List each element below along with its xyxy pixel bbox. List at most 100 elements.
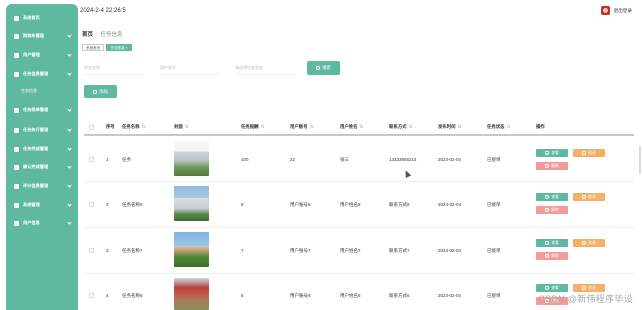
row-phone: 联系方式6 [389, 293, 410, 298]
select-all-checkbox[interactable] [89, 125, 94, 130]
header-datetime: 2024-2-4 22:26:5 [80, 8, 126, 14]
column-header-account[interactable]: 用户账号 ⇅ [290, 124, 313, 130]
breadcrumb-home[interactable]: 首页 [82, 32, 93, 38]
delete-button[interactable]: 删除 [536, 162, 568, 170]
row-checkbox[interactable] [89, 202, 94, 207]
view-button[interactable]: 查看 [536, 284, 568, 292]
column-header-index: 序号 [106, 124, 115, 129]
edit-label: 修改 [588, 285, 596, 290]
sidebar-item-system[interactable]: 系统管理 [6, 199, 78, 211]
row-account: 用户账号7 [290, 248, 311, 253]
edit-button[interactable]: 修改 [573, 284, 605, 292]
chevron-down-icon [67, 146, 72, 151]
home-icon [14, 15, 19, 21]
search-button[interactable]: 搜索 [307, 61, 340, 75]
sidebar-item-task-accept[interactable]: 任务接单管理 [6, 104, 78, 116]
column-header-phone[interactable]: 联系方式 ⇅ [389, 124, 412, 130]
column-header-name[interactable]: 任务名称 ⇅ [122, 124, 145, 130]
row-index: 4 [106, 293, 109, 298]
row-status: 已接单 [487, 202, 501, 207]
row-reward: 8 [241, 202, 244, 207]
cover-image[interactable] [174, 141, 209, 176]
app-root: 系统首页 购物车管理 用户管理 任务信息管理 任务信息 任务接单管理 任务执行管… [0, 0, 643, 310]
task-status-placeholder: 请选择任务状态 [235, 65, 263, 70]
task-name-input[interactable]: 任务名称 [84, 62, 144, 75]
sidebar-item-user-info[interactable]: 用户信息 [6, 217, 78, 229]
row-task-name: 任务名称6 [122, 293, 143, 298]
cover-image[interactable] [174, 278, 209, 310]
row-username: 张三 [340, 157, 349, 162]
tag-home[interactable]: 系统首页 [82, 44, 105, 51]
row-date: 2024-02-04 [438, 202, 462, 207]
sidebar-item-users[interactable]: 用户管理 [6, 49, 78, 61]
sidebar-item-task-exec[interactable]: 任务执行管理 [6, 124, 78, 136]
delete-label: 删除 [551, 253, 559, 258]
row-checkbox[interactable] [89, 248, 94, 253]
delete-icon [545, 208, 550, 212]
view-icon [545, 286, 550, 290]
column-header-username[interactable]: 用户姓名 ⇅ [340, 124, 363, 130]
edit-button[interactable]: 修改 [573, 149, 605, 157]
column-header-date[interactable]: 发布时间 ⇅ [438, 124, 461, 130]
sidebar-item-label: 确认完成管理 [23, 164, 49, 169]
sidebar-item-label: 用户信息 [23, 220, 40, 225]
row-checkbox[interactable] [89, 293, 94, 298]
sidebar-subitem-task-info[interactable]: 任务信息 [6, 86, 78, 96]
column-header-status[interactable]: 任务状态 ⇅ [487, 124, 510, 130]
view-label: 查看 [551, 194, 559, 199]
list-icon [14, 183, 19, 189]
grid-icon [14, 71, 19, 77]
add-button-label: 添加 [99, 88, 108, 94]
cover-image[interactable] [174, 232, 209, 267]
sidebar-item-confirm[interactable]: 确认完成管理 [6, 161, 78, 173]
edit-icon [582, 241, 587, 245]
row-username: 用户姓名8 [340, 202, 361, 207]
avatar[interactable] [600, 6, 610, 15]
page-scrollbar[interactable] [639, 146, 641, 174]
user-account-placeholder: 用户账号 [160, 65, 176, 70]
chevron-down-icon [67, 52, 72, 57]
row-phone: 联系方式7 [389, 248, 410, 253]
add-button[interactable]: 添加 [84, 85, 117, 98]
column-header-actions: 操作 [536, 124, 545, 129]
delete-label: 删除 [551, 163, 559, 168]
column-header-reward[interactable]: 任务报酬 ⇅ [241, 124, 264, 130]
view-button[interactable]: 查看 [536, 193, 568, 201]
view-label: 查看 [551, 240, 559, 245]
row-task-name: 任务名称7 [122, 248, 143, 253]
grid-icon [14, 164, 19, 170]
cover-image[interactable] [174, 186, 209, 221]
table-header: 序号 任务名称 ⇅ 封面 ⇅ 任务报酬 ⇅ 用户账号 ⇅ 用户姓名 ⇅ 联系方式 ⇅ 发布时… [84, 120, 634, 136]
row-checkbox[interactable] [89, 157, 94, 162]
sidebar-item-task-complete[interactable]: 任务完成管理 [6, 143, 78, 155]
sidebar-item-home[interactable]: 系统首页 [6, 12, 78, 24]
sidebar-item-label: 系统管理 [23, 202, 40, 207]
view-button[interactable]: 查看 [536, 239, 568, 247]
delete-button[interactable]: 删除 [536, 252, 568, 260]
folder-icon [14, 107, 19, 113]
edit-button[interactable]: 修改 [573, 239, 605, 247]
row-username: 用户姓名6 [340, 293, 361, 298]
delete-button[interactable]: 删除 [536, 206, 568, 214]
row-task-name: 任务名称8 [122, 202, 143, 207]
user-account-input[interactable]: 用户账号 [160, 62, 220, 75]
task-status-select[interactable]: 请选择任务状态 [235, 62, 297, 75]
logout-link[interactable]: 退出登录 [614, 8, 632, 14]
sidebar-item-cart[interactable]: 购物车管理 [6, 30, 78, 42]
row-account: 用户账号8 [290, 202, 311, 207]
sidebar-item-task-info[interactable]: 任务信息管理 [6, 68, 78, 80]
tag-task-info[interactable]: 任务信息 × [106, 44, 132, 51]
chevron-down-icon [67, 33, 72, 38]
table-row: 2 任务名称8 8 用户账号8 用户姓名8 联系方式8 2024-02-04 已… [84, 183, 634, 228]
edit-button[interactable]: 修改 [573, 193, 605, 201]
sidebar-item-reviews[interactable]: 评价信息管理 [6, 180, 78, 192]
view-icon [545, 151, 550, 155]
view-label: 查看 [551, 150, 559, 155]
user-menu[interactable]: 退出登录 [600, 6, 632, 15]
tag-bar: 系统首页 任务信息 × [82, 44, 132, 51]
view-button[interactable]: 查看 [536, 149, 568, 157]
chevron-down-icon [67, 71, 72, 76]
add-icon [93, 89, 98, 94]
chevron-down-icon [67, 127, 72, 132]
column-header-cover[interactable]: 封面 ⇅ [174, 124, 188, 130]
